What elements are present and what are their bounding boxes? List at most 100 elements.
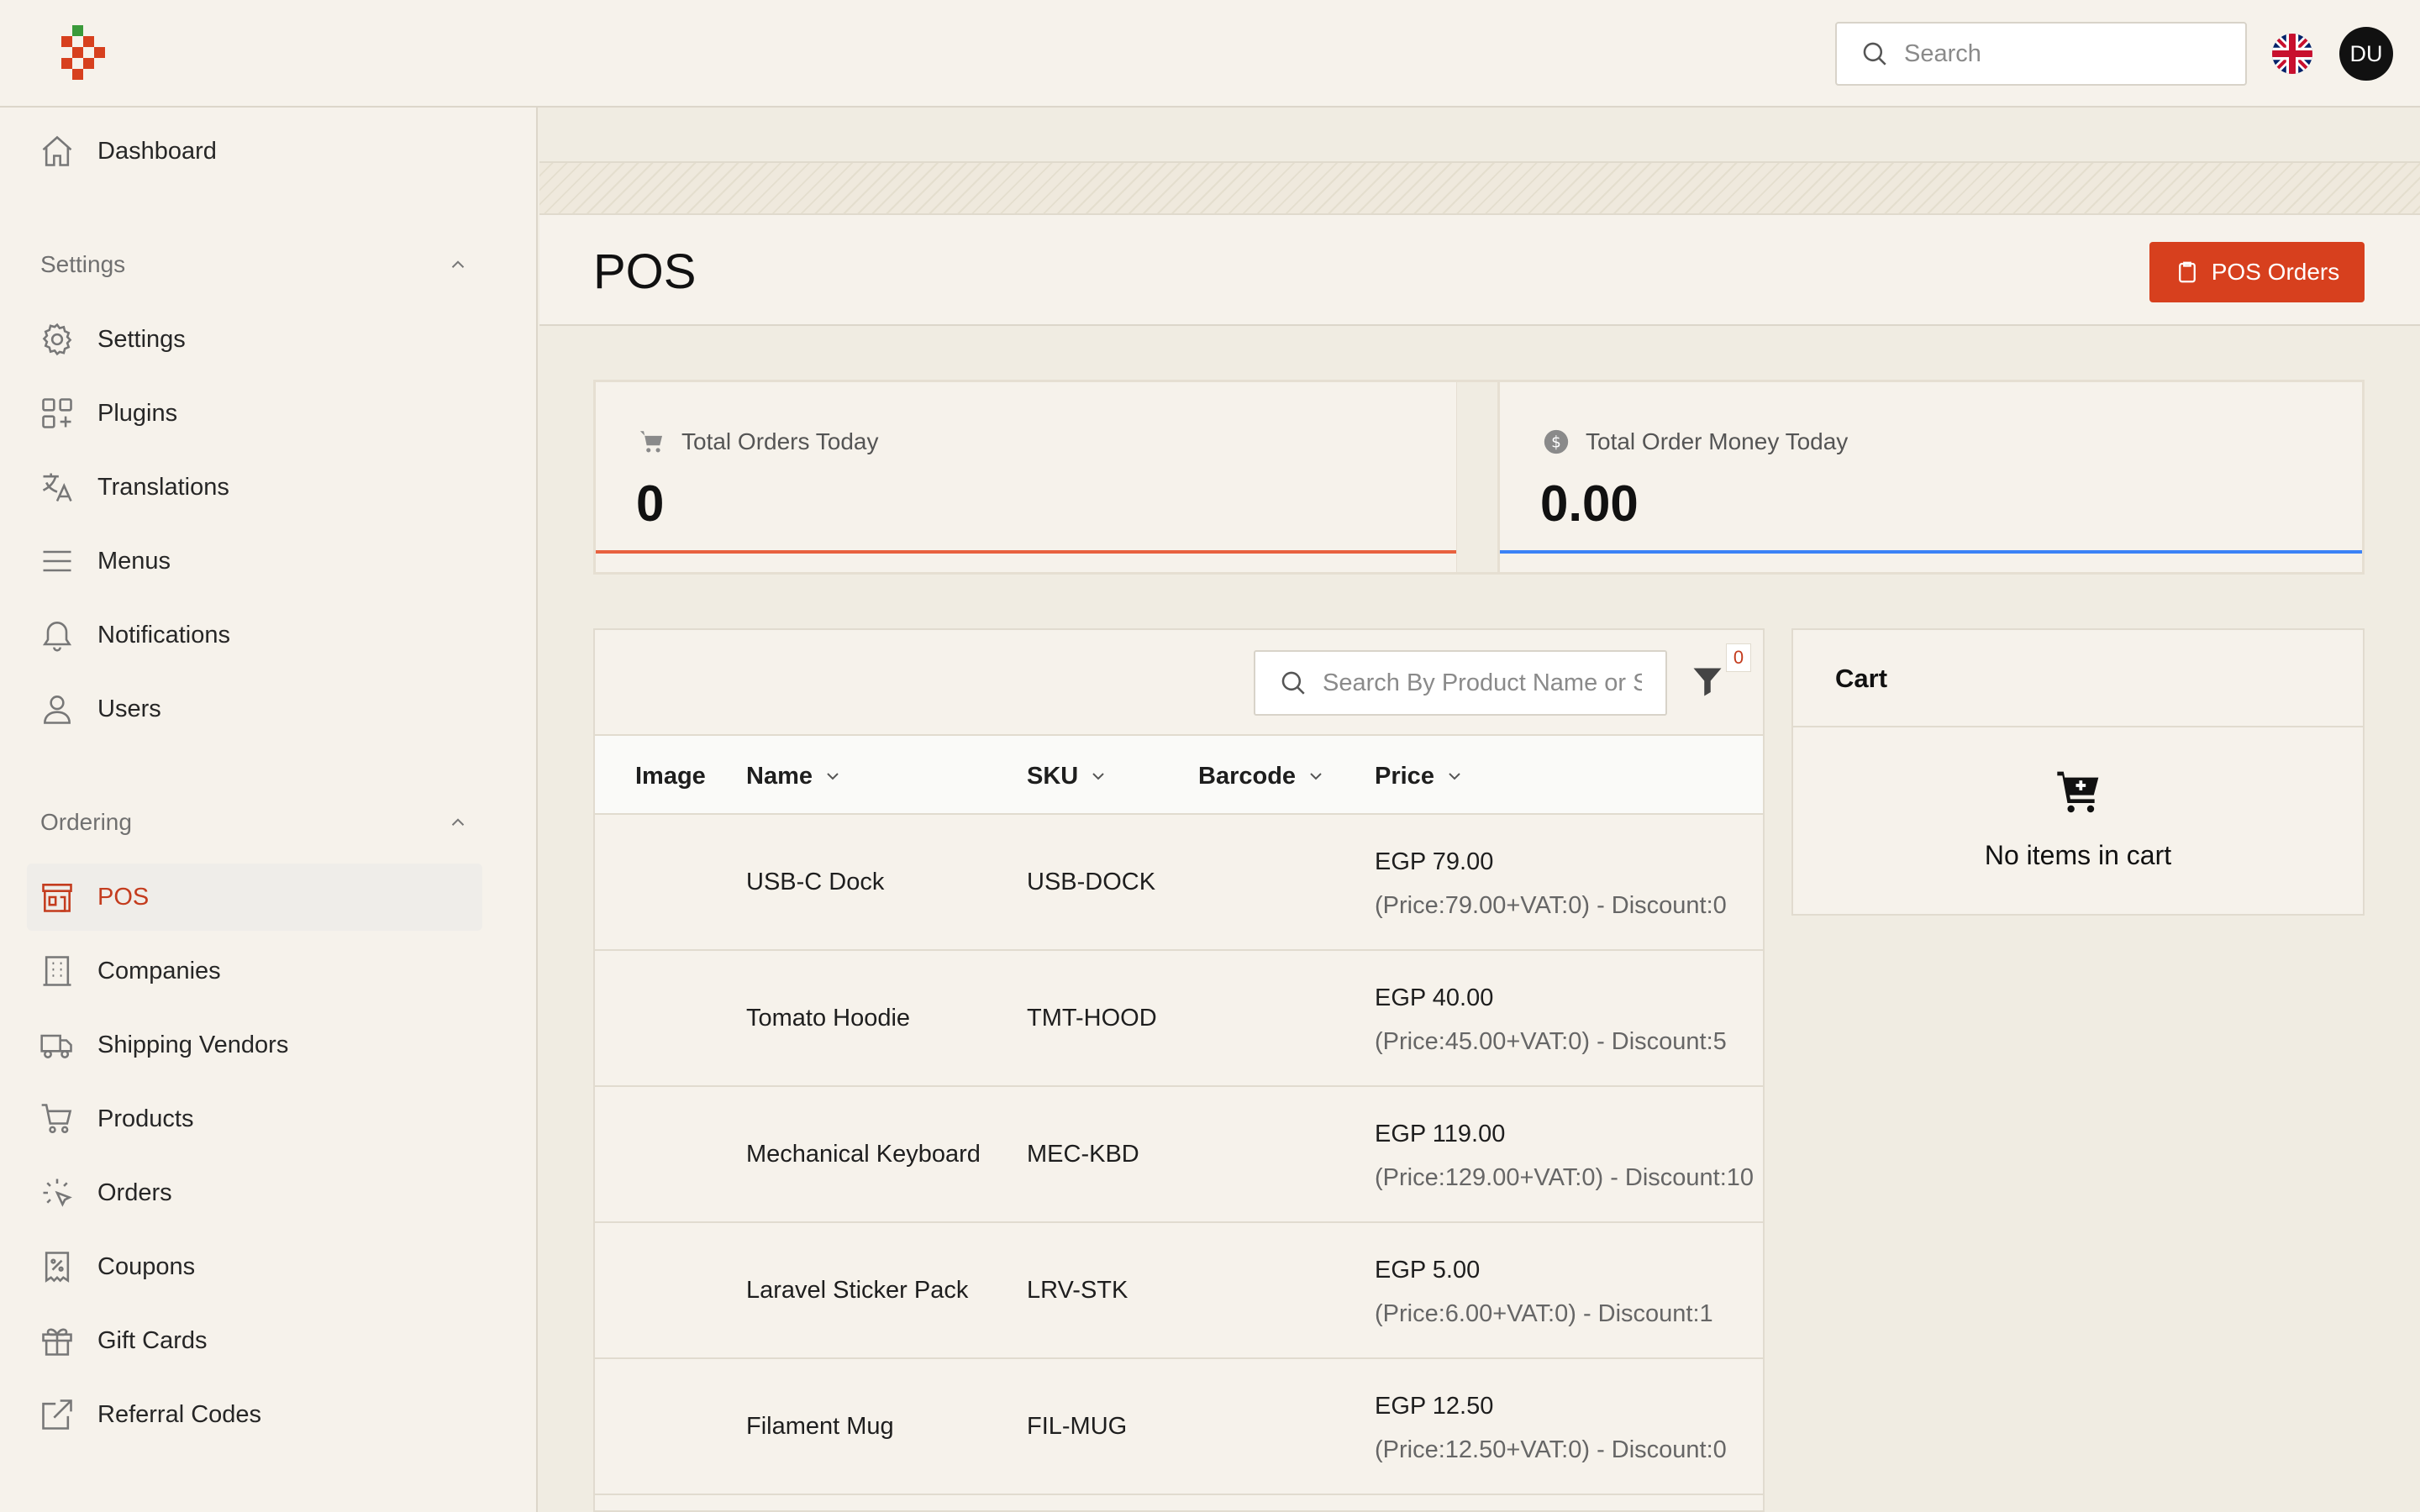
sidebar-item-label: Companies bbox=[97, 957, 221, 984]
sidebar-item-settings[interactable]: Settings bbox=[27, 306, 482, 373]
sidebar-item-label: Referral Codes bbox=[97, 1400, 262, 1428]
global-search-input[interactable]: Search bbox=[1835, 22, 2247, 86]
truck-icon bbox=[39, 1026, 76, 1063]
search-placeholder: Search bbox=[1904, 39, 1981, 67]
stat-label: Total Orders Today bbox=[681, 428, 879, 454]
translate-icon bbox=[39, 469, 76, 506]
sidebar-item-label: Translations bbox=[97, 473, 229, 501]
user-avatar[interactable]: DU bbox=[2339, 27, 2393, 81]
sidebar-item-shipping-vendors[interactable]: Shipping Vendors bbox=[27, 1011, 482, 1079]
clipboard-icon bbox=[2175, 260, 2200, 285]
chevron-down-icon bbox=[1449, 773, 1460, 780]
sidebar-item-referral-codes[interactable]: Referral Codes bbox=[27, 1381, 482, 1448]
sidebar-item-label: Gift Cards bbox=[97, 1326, 208, 1354]
sidebar-item-orders[interactable]: Orders bbox=[27, 1159, 482, 1226]
uk-flag-icon[interactable] bbox=[2272, 34, 2312, 74]
column-header-name[interactable]: Name bbox=[746, 736, 843, 816]
sidebar-item-label: Coupons bbox=[97, 1252, 196, 1280]
column-header-price[interactable]: Price bbox=[1375, 736, 1465, 816]
cell-price-detail: (Price:6.00+VAT:0) - Discount:1 bbox=[1375, 1300, 1713, 1327]
sidebar-item-companies[interactable]: Companies bbox=[27, 937, 482, 1005]
page-header: POS POS Orders bbox=[539, 215, 2420, 326]
sidebar-group-label: Ordering bbox=[40, 809, 132, 835]
puzzle-grid-icon bbox=[39, 395, 76, 432]
cart-icon bbox=[39, 1100, 76, 1137]
sidebar-item-menus[interactable]: Menus bbox=[27, 528, 482, 595]
table-row[interactable]: Laravel Sticker Pack LRV-STK EGP 5.00 (P… bbox=[595, 1223, 1763, 1359]
sidebar-group-ordering[interactable]: Ordering bbox=[40, 801, 469, 843]
sidebar-group-label: Settings bbox=[40, 251, 126, 277]
bell-icon bbox=[39, 617, 76, 654]
storefront-icon bbox=[39, 879, 76, 916]
sidebar-item-plugins[interactable]: Plugins bbox=[27, 380, 482, 447]
cell-sku: FIL-MUG bbox=[1027, 1413, 1128, 1440]
chevron-down-icon bbox=[1092, 773, 1104, 780]
receipt-percent-icon bbox=[39, 1248, 76, 1285]
app-logo-icon[interactable] bbox=[55, 25, 106, 82]
sidebar: Dashboard Settings Settings Plugins Tran… bbox=[0, 108, 538, 1512]
column-header-image: Image bbox=[635, 762, 706, 790]
dollar-circle-icon: $ bbox=[1542, 428, 1570, 456]
sidebar-item-translations[interactable]: Translations bbox=[27, 454, 482, 521]
cell-name: Tomato Hoodie bbox=[746, 1005, 911, 1032]
chevron-down-icon bbox=[1310, 773, 1322, 780]
table-row[interactable]: Mechanical Keyboard MEC-KBD EGP 119.00 (… bbox=[595, 1087, 1763, 1223]
search-icon bbox=[1860, 39, 1889, 68]
filter-icon[interactable] bbox=[1692, 665, 1723, 699]
pos-orders-button[interactable]: POS Orders bbox=[2149, 242, 2365, 302]
external-link-icon bbox=[39, 1396, 76, 1433]
stat-card-total-money: $ Total Order Money Today 0.00 bbox=[1497, 380, 2365, 575]
table-row[interactable]: Tomato Hoodie TMT-HOOD EGP 40.00 (Price:… bbox=[595, 951, 1763, 1087]
cell-price: EGP 12.50 bbox=[1375, 1393, 1494, 1420]
sidebar-item-coupons[interactable]: Coupons bbox=[27, 1233, 482, 1300]
gift-icon bbox=[39, 1322, 76, 1359]
user-icon bbox=[39, 690, 76, 727]
cell-sku: TMT-HOOD bbox=[1027, 1005, 1157, 1032]
column-header-barcode[interactable]: Barcode bbox=[1198, 736, 1326, 816]
sidebar-group-settings[interactable]: Settings bbox=[40, 244, 469, 286]
top-bar: Search DU bbox=[0, 0, 2420, 108]
product-search-input[interactable]: Search By Product Name or SKU bbox=[1254, 650, 1667, 716]
cell-price: EGP 79.00 bbox=[1375, 848, 1494, 875]
table-row[interactable]: Filament Mug FIL-MUG EGP 12.50 (Price:12… bbox=[595, 1359, 1763, 1495]
cell-name: Mechanical Keyboard bbox=[746, 1141, 981, 1168]
sidebar-item-label: Menus bbox=[97, 547, 171, 575]
cell-price: EGP 119.00 bbox=[1375, 1121, 1506, 1147]
sidebar-item-label: Settings bbox=[97, 325, 186, 353]
svg-text:$: $ bbox=[1551, 433, 1561, 451]
cart-title: Cart bbox=[1835, 664, 1888, 693]
sidebar-item-products[interactable]: Products bbox=[27, 1085, 482, 1152]
sidebar-item-label: Products bbox=[97, 1105, 194, 1132]
cell-sku: LRV-STK bbox=[1027, 1277, 1128, 1304]
sidebar-item-notifications[interactable]: Notifications bbox=[27, 601, 482, 669]
sidebar-item-users[interactable]: Users bbox=[27, 675, 482, 743]
sidebar-item-label: POS bbox=[97, 883, 150, 911]
cell-price-detail: (Price:129.00+VAT:0) - Discount:10 bbox=[1375, 1164, 1754, 1191]
cell-sku: MEC-KBD bbox=[1027, 1141, 1139, 1168]
chevron-down-icon bbox=[827, 773, 839, 780]
gear-icon bbox=[39, 321, 76, 358]
sidebar-item-label: Orders bbox=[97, 1179, 172, 1206]
stat-value: 0.00 bbox=[1540, 475, 1639, 532]
sidebar-item-gift-cards[interactable]: Gift Cards bbox=[27, 1307, 482, 1374]
cart-icon bbox=[638, 428, 666, 456]
sidebar-item-label: Plugins bbox=[97, 399, 178, 427]
sidebar-item-label: Users bbox=[97, 695, 161, 722]
shopping-cart-icon bbox=[2055, 768, 2102, 815]
cell-name: Filament Mug bbox=[746, 1413, 894, 1440]
cursor-click-icon bbox=[39, 1174, 76, 1211]
chevron-up-icon bbox=[447, 811, 469, 833]
cell-price-detail: (Price:12.50+VAT:0) - Discount:0 bbox=[1375, 1436, 1727, 1463]
chevron-up-icon bbox=[447, 254, 469, 276]
page-title: POS bbox=[593, 244, 697, 299]
filter-count-badge: 0 bbox=[1726, 643, 1751, 672]
sidebar-item-dashboard[interactable]: Dashboard bbox=[27, 118, 482, 185]
cell-price-detail: (Price:45.00+VAT:0) - Discount:5 bbox=[1375, 1028, 1727, 1055]
sidebar-item-pos[interactable]: POS bbox=[27, 864, 482, 931]
column-header-sku[interactable]: SKU bbox=[1027, 736, 1108, 816]
table-row[interactable]: USB-C Dock USB-DOCK EGP 79.00 (Price:79.… bbox=[595, 815, 1763, 951]
stat-value: 0 bbox=[636, 475, 665, 532]
cart-empty-message: No items in cart bbox=[1984, 840, 2172, 870]
building-icon bbox=[39, 953, 76, 990]
cart-panel: Cart No items in cart bbox=[1791, 628, 2365, 916]
